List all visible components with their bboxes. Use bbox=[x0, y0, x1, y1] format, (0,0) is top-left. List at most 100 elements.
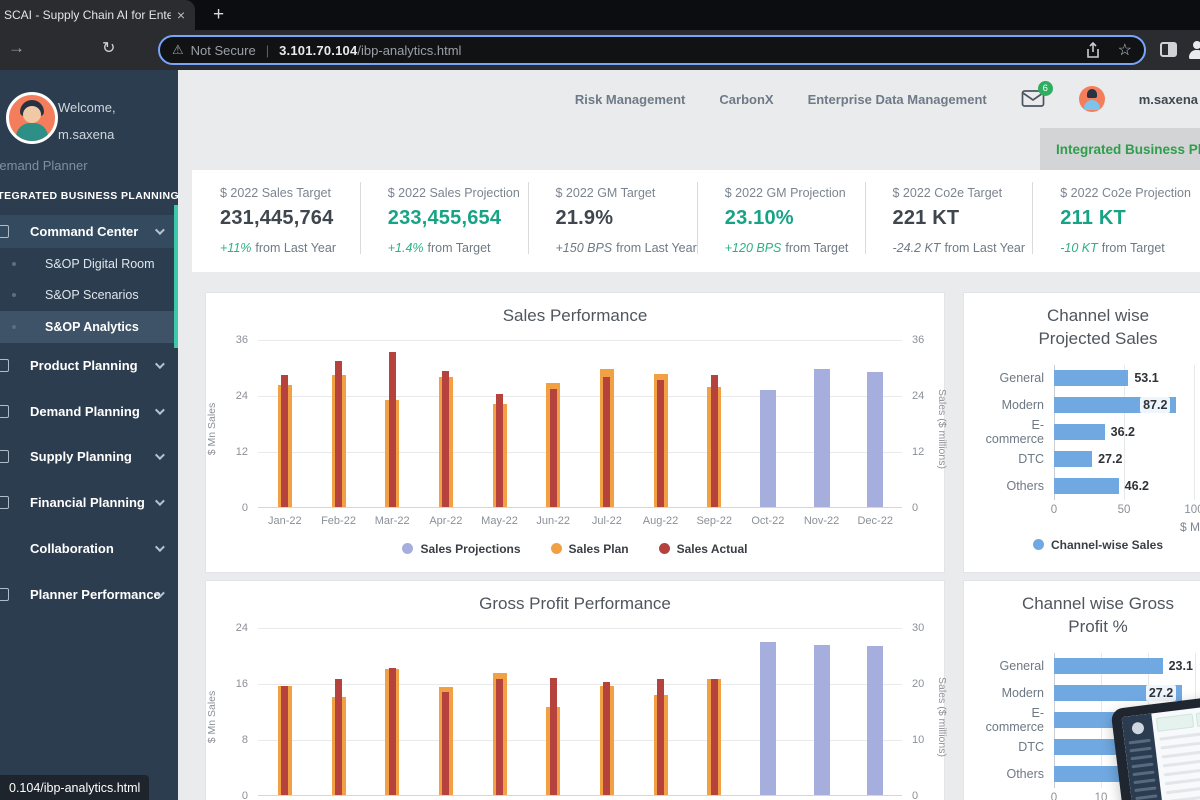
legend-item-sales-projections[interactable]: Sales Projections bbox=[402, 542, 521, 556]
kpi-delta: +1.4% from Target bbox=[388, 241, 528, 255]
url-separator: | bbox=[265, 42, 270, 58]
y-axis-tick-left: 16 bbox=[235, 677, 248, 690]
legend-item-sales-actual[interactable]: Sales Actual bbox=[658, 542, 748, 556]
legend-dot bbox=[1032, 539, 1044, 551]
bar-group-Jun-22 bbox=[526, 628, 580, 795]
x-tick-0: 0 bbox=[1050, 791, 1058, 800]
tab-integrated-business-planning[interactable]: Integrated Business Planning bbox=[1040, 128, 1200, 170]
y-axis-tick-left: 36 bbox=[235, 333, 248, 346]
sidebar-item-sop-analytics[interactable]: S&OP Analytics bbox=[0, 311, 178, 343]
bullet-icon bbox=[12, 261, 16, 266]
sidebar-item-supply-planning[interactable]: Supply Planning bbox=[0, 434, 178, 480]
tab-title: SCAI - Supply Chain AI for Ente bbox=[4, 8, 171, 22]
nav-enterprise-data-management[interactable]: Enterprise Data Management bbox=[808, 92, 987, 107]
reload-icon[interactable]: ↻ bbox=[102, 38, 115, 58]
header-username[interactable]: m.saxena bbox=[1139, 92, 1198, 107]
kpi-value: 231,445,764 bbox=[220, 207, 334, 229]
nav-risk-management[interactable]: Risk Management bbox=[575, 92, 686, 107]
bar-sales-actual-Feb-22 bbox=[335, 361, 342, 507]
kpi-delta: +150 BPS from Last Year bbox=[556, 241, 697, 255]
sidebar-item-sop-scenarios[interactable]: S&OP Scenarios bbox=[0, 280, 178, 312]
kpi-label: $ 2022 GM Projection bbox=[724, 186, 846, 200]
legend-dot bbox=[550, 543, 562, 555]
sidebar-item-planner-performance[interactable]: Planner Performance bbox=[0, 571, 178, 617]
bar-sales-actual-Mar-22 bbox=[388, 352, 396, 507]
y-axis-tick-left: 24 bbox=[235, 621, 248, 634]
x-tick-Jun-22: Jun-22 bbox=[536, 514, 571, 527]
sidebar-item-financial-planning[interactable]: Financial Planning bbox=[0, 480, 178, 526]
screen: SCAI - Supply Chain AI for Ente × + → ↻ … bbox=[0, 0, 1200, 800]
forward-icon[interactable]: → bbox=[8, 38, 25, 58]
kpi-delta-value: +150 BPS bbox=[555, 241, 613, 255]
sales-performance-card: Sales Performance 0 0 12 12 24 24 36 36 $ Mn Sal… bbox=[205, 292, 948, 573]
y-axis-tick-right: 10 bbox=[912, 733, 925, 746]
kpi-card-0: $ 2022 Sales Target 231,445,764 +11% from L… bbox=[192, 170, 360, 272]
sidebar-menu: Command Center S&OP Digital Room S&OP Sc… bbox=[0, 215, 178, 617]
browser-tab[interactable]: SCAI - Supply Chain AI for Ente × bbox=[0, 0, 195, 30]
y-axis-title-right: Sales ($ millions) bbox=[936, 389, 948, 470]
user-role: Demand Planner bbox=[0, 158, 88, 173]
command-center-icon bbox=[0, 225, 9, 238]
bar-sales-projections-Dec-22 bbox=[867, 645, 884, 795]
kpi-label: $ 2022 GM Target bbox=[555, 186, 656, 200]
new-tab-button[interactable]: + bbox=[213, 4, 224, 30]
mail-button[interactable]: 6 bbox=[1021, 81, 1053, 109]
kpi-delta-suffix: from Target bbox=[427, 241, 491, 255]
url-host: 3.101.70.104 bbox=[279, 42, 358, 58]
sidebar-item-demand-planning[interactable]: Demand Planning bbox=[0, 388, 178, 434]
bar-sales-actual-Jul-22 bbox=[603, 377, 611, 507]
bar-sales-actual-Jan-22 bbox=[281, 374, 289, 507]
browser-toolbar: → ↻ ⚠ Not Secure | 3.101.70.104 /ibp-ana… bbox=[0, 30, 1200, 70]
legend-item-channel-wise-sales[interactable]: Channel-wise Sales bbox=[1032, 538, 1163, 552]
x-tick-10: 10 bbox=[1094, 791, 1108, 800]
bar-group-Mar-22 bbox=[365, 628, 419, 795]
x-tick-0: 0 bbox=[1050, 503, 1058, 516]
bar-group-Jul-22 bbox=[580, 340, 634, 507]
sidebar-username: m.saxena bbox=[58, 127, 115, 142]
bar-group-May-22 bbox=[473, 340, 527, 507]
bar-track: 27.2 bbox=[1054, 451, 1194, 468]
browser-profile-icon[interactable] bbox=[1186, 39, 1200, 61]
x-axis-labels: Jan-22 Feb-22 Mar-22 Apr-22 May-22 Jun-22 Jul-… bbox=[258, 515, 902, 527]
bar-Others bbox=[1054, 478, 1119, 495]
nav-carbonx[interactable]: CarbonX bbox=[719, 92, 773, 107]
category-label: General bbox=[999, 371, 1044, 386]
bar-track: 27.2 bbox=[1054, 685, 1195, 702]
chart-title: Channel wise Gross Profit % bbox=[1021, 594, 1175, 636]
kpi-card-1: $ 2022 Sales Projection 233,455,654 +1.4% f… bbox=[359, 170, 528, 272]
side-panel-icon[interactable] bbox=[1160, 42, 1177, 57]
chart-title: Gross Profit Performance bbox=[479, 594, 671, 613]
kpi-delta-suffix: from Last Year bbox=[616, 241, 697, 255]
bar-track: 46.2 bbox=[1054, 478, 1194, 495]
y-axis-tick-right: 0 bbox=[912, 789, 919, 800]
bullet-icon bbox=[12, 293, 16, 298]
bar-group-Oct-22 bbox=[741, 340, 795, 507]
kpi-value: 233,455,654 bbox=[387, 207, 502, 229]
address-bar[interactable]: ⚠ Not Secure | 3.101.70.104 /ibp-analyti… bbox=[158, 35, 1146, 65]
x-tick-Aug-22: Aug-22 bbox=[642, 514, 679, 527]
kpi-card-3: $ 2022 GM Projection 23.10% +120 BPS from T… bbox=[696, 170, 865, 272]
y-axis-tick-left: 0 bbox=[241, 501, 248, 514]
y-axis-tick-right: 20 bbox=[912, 677, 925, 690]
bar-track: 53.1 bbox=[1054, 370, 1194, 387]
category-label: Others bbox=[1006, 767, 1044, 782]
header-avatar[interactable] bbox=[1078, 86, 1105, 112]
legend-item-sales-plan[interactable]: Sales Plan bbox=[550, 542, 629, 556]
sidebar-item-collaboration[interactable]: Collaboration bbox=[0, 526, 178, 572]
bookmark-star-icon[interactable]: ☆ bbox=[1118, 40, 1132, 60]
share-icon[interactable] bbox=[1086, 41, 1100, 59]
kpi-delta: -10 KT from Target bbox=[1060, 241, 1200, 255]
gross-profit-performance-card: Gross Profit Performance 0 0 8 10 16 20 24 30 $ … bbox=[205, 580, 948, 800]
kpi-delta-value: +1.4% bbox=[387, 241, 424, 255]
sidebar-item-command-center[interactable]: Command Center bbox=[0, 215, 178, 248]
x-tick-Oct-22: Oct-22 bbox=[751, 514, 785, 527]
link-status-tooltip: 0.104/ibp-analytics.html bbox=[0, 775, 150, 800]
bar-group-Feb-22 bbox=[312, 340, 366, 507]
sidebar-item-product-planning[interactable]: Product Planning bbox=[0, 343, 178, 389]
sidebar-item-sop-digital-room[interactable]: S&OP Digital Room bbox=[0, 248, 178, 280]
bar-group-Jan-22 bbox=[258, 628, 312, 795]
tab-close-icon[interactable]: × bbox=[177, 7, 185, 23]
category-label: Modern bbox=[1001, 398, 1044, 413]
y-axis-tick-right: 24 bbox=[912, 389, 925, 402]
bar-DTC bbox=[1054, 451, 1093, 468]
